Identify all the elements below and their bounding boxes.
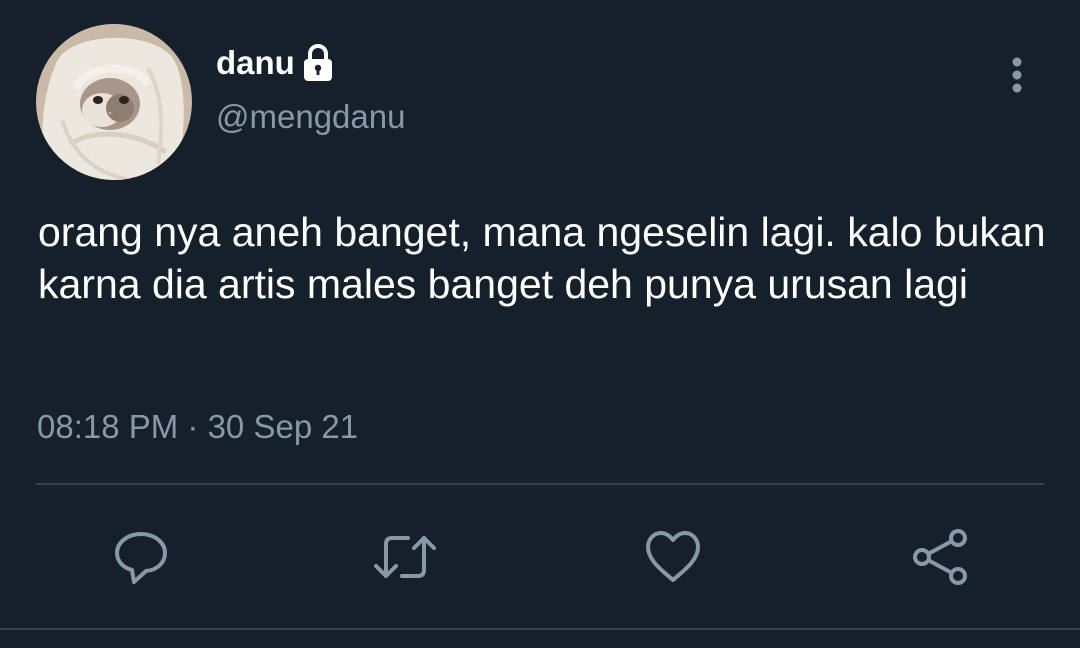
user-handle[interactable]: @mengdanu	[216, 98, 405, 136]
bottom-divider	[0, 628, 1080, 630]
display-name[interactable]: danu	[216, 44, 295, 82]
display-name-row: danu	[216, 40, 335, 86]
avatar[interactable]	[36, 24, 192, 180]
reply-icon[interactable]	[112, 528, 170, 586]
tweet-text: orang nya aneh banget, mana ngeselin lag…	[38, 209, 1046, 307]
more-vertical-icon[interactable]	[1000, 52, 1034, 98]
heart-icon[interactable]	[644, 528, 702, 586]
divider	[36, 483, 1044, 485]
cat-avatar-image	[36, 24, 192, 180]
lock-icon	[301, 43, 335, 83]
retweet-icon[interactable]	[374, 528, 436, 586]
tweet-timestamp[interactable]: 08:18 PM · 30 Sep 21	[37, 408, 358, 446]
share-icon[interactable]	[910, 528, 968, 586]
tweet: danu @mengdanu orang nya aneh banget, ma…	[0, 0, 1080, 648]
